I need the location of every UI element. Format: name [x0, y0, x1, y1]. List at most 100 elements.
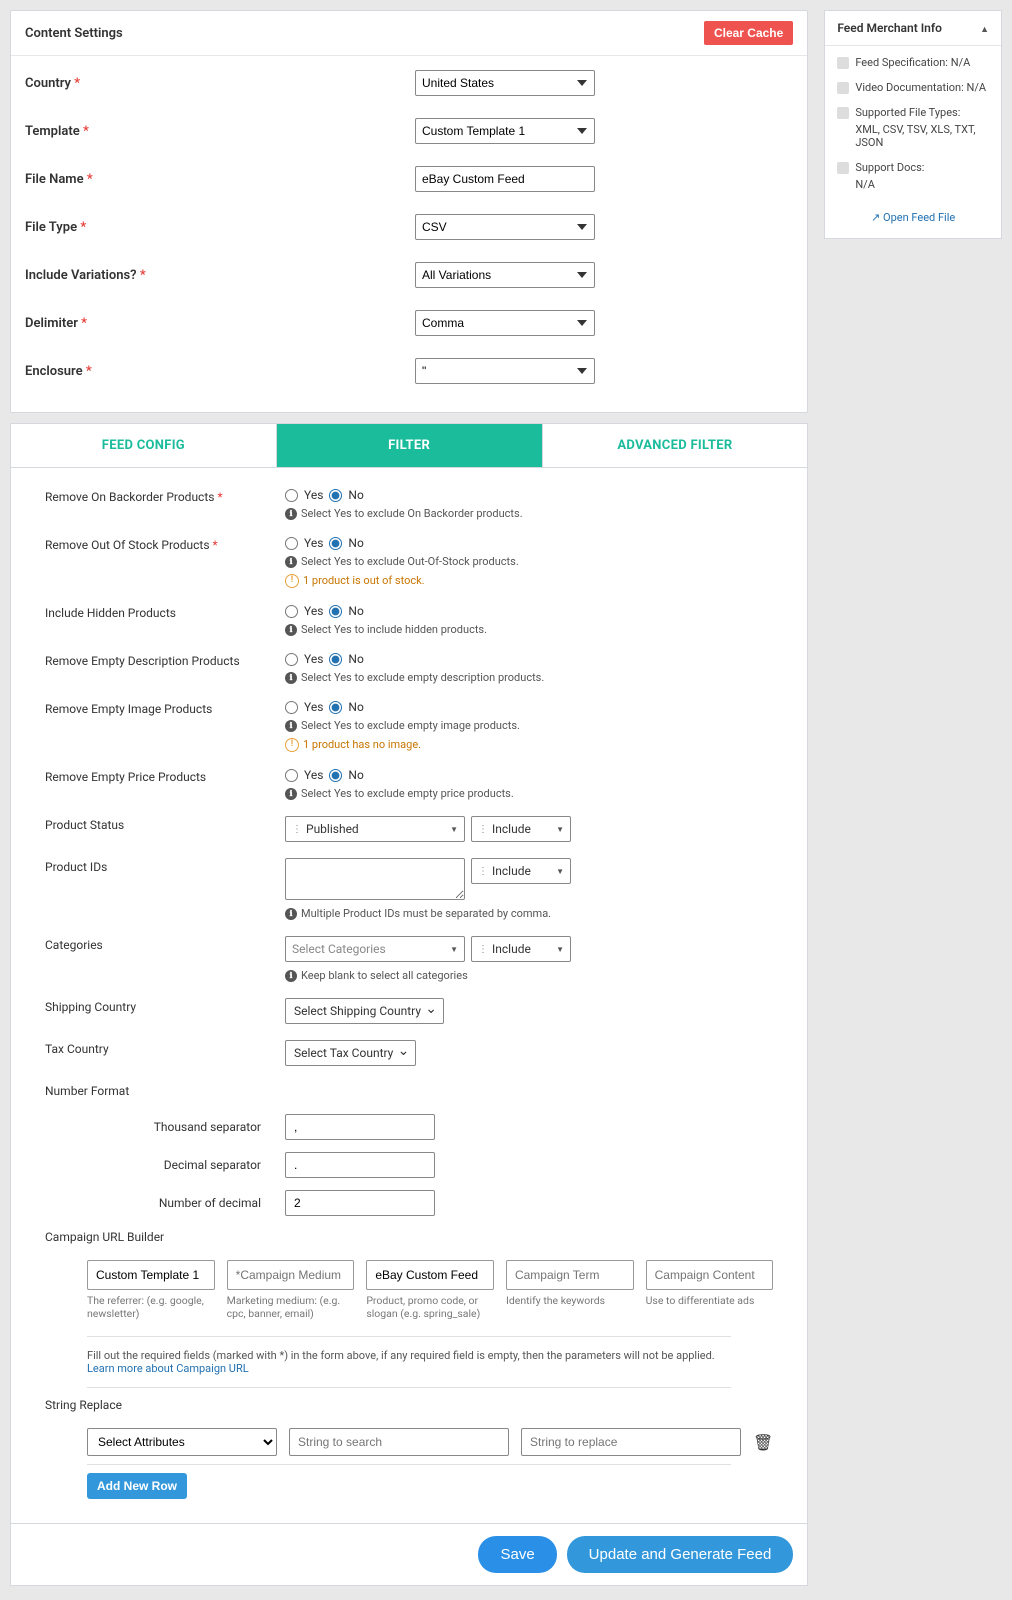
clear-cache-button[interactable]: Clear Cache [704, 21, 793, 45]
info-icon [285, 968, 297, 982]
categories-include-select[interactable]: ⋮Include [471, 936, 571, 962]
bottom-bar: Save Update and Generate Feed [10, 1524, 808, 1586]
feed-merchant-info-panel: Feed Merchant Info Feed Specification: N… [824, 10, 1002, 239]
campaign-title: Campaign URL Builder [45, 1228, 285, 1244]
campaign-content-input[interactable] [646, 1260, 774, 1290]
num-decimals-input[interactable] [285, 1190, 435, 1216]
thousand-sep-input[interactable] [285, 1114, 435, 1140]
filter-tab-content: Remove On Backorder Products * Yes No Se… [10, 468, 808, 1524]
product-status-select[interactable]: ⋮Published [285, 816, 465, 842]
filename-input[interactable] [415, 166, 595, 192]
backorder-yes[interactable] [285, 489, 298, 502]
outofstock-yes[interactable] [285, 537, 298, 550]
sr-replace-input[interactable] [521, 1428, 741, 1456]
outofstock-no[interactable] [329, 537, 342, 550]
backorder-label: Remove On Backorder Products * [45, 488, 285, 520]
campaign-source-input[interactable] [87, 1260, 215, 1290]
outofstock-label: Remove Out Of Stock Products * [45, 536, 285, 588]
content-settings-title: Content Settings [25, 26, 123, 41]
number-format-title: Number Format [45, 1082, 285, 1098]
doc-icon [837, 107, 849, 119]
template-label: Template * [25, 124, 415, 139]
video-icon [837, 82, 849, 94]
warning-icon [285, 736, 299, 752]
emptyimg-yes[interactable] [285, 701, 298, 714]
campaign-medium-hint: Marketing medium: (e.g. cpc, banner, ema… [227, 1294, 355, 1320]
filetype-select[interactable]: CSV [415, 214, 595, 240]
campaign-learn-more-link[interactable]: Learn more about Campaign URL [87, 1362, 249, 1375]
backorder-no[interactable] [329, 489, 342, 502]
tax-country-select[interactable]: Select Tax Country [285, 1040, 416, 1066]
help-icon [837, 162, 849, 174]
campaign-source-hint: The referrer: (e.g. google, newsletter) [87, 1294, 215, 1320]
campaign-content-hint: Use to differentiate ads [646, 1294, 774, 1307]
hidden-no[interactable] [329, 605, 342, 618]
campaign-name-input[interactable] [366, 1260, 494, 1290]
emptyprice-no[interactable] [329, 769, 342, 782]
emptyimg-no[interactable] [329, 701, 342, 714]
hidden-yes[interactable] [285, 605, 298, 618]
delimiter-label: Delimiter * [25, 316, 415, 331]
emptyprice-yes[interactable] [285, 769, 298, 782]
save-button[interactable]: Save [478, 1536, 556, 1573]
country-select[interactable]: United States [415, 70, 595, 96]
tab-filter[interactable]: FILTER [277, 424, 543, 467]
emptyprice-label: Remove Empty Price Products [45, 768, 285, 800]
emptydesc-no[interactable] [329, 653, 342, 666]
decimal-sep-label: Decimal separator [45, 1158, 285, 1172]
emptyimg-label: Remove Empty Image Products [45, 700, 285, 752]
emptydesc-label: Remove Empty Description Products [45, 652, 285, 684]
categories-label: Categories [45, 936, 285, 982]
tab-advanced-filter[interactable]: ADVANCED FILTER [543, 424, 808, 467]
filetype-label: File Type * [25, 220, 415, 235]
tabs: FEED CONFIG FILTER ADVANCED FILTER [10, 423, 808, 468]
warning-icon [285, 572, 299, 588]
info-icon [285, 718, 297, 732]
tax-country-label: Tax Country [45, 1040, 285, 1066]
product-ids-input[interactable] [285, 858, 465, 900]
thousand-sep-label: Thousand separator [45, 1120, 285, 1134]
num-decimals-label: Number of decimal [45, 1196, 285, 1210]
emptydesc-yes[interactable] [285, 653, 298, 666]
product-ids-include-select[interactable]: ⋮Include [471, 858, 571, 884]
categories-select[interactable]: Select Categories [285, 936, 465, 962]
enclosure-label: Enclosure * [25, 364, 415, 379]
generate-feed-button[interactable]: Update and Generate Feed [567, 1536, 794, 1573]
trash-icon[interactable]: 🗑 [753, 1433, 773, 1452]
campaign-term-input[interactable] [506, 1260, 634, 1290]
template-select[interactable]: Custom Template 1 [415, 118, 595, 144]
info-icon [285, 554, 297, 568]
campaign-name-hint: Product, promo code, or slogan (e.g. spr… [366, 1294, 494, 1320]
product-status-include-select[interactable]: ⋮Include [471, 816, 571, 842]
info-icon [285, 506, 297, 520]
filename-label: File Name * [25, 172, 415, 187]
info-icon [285, 906, 297, 920]
tab-feed-config[interactable]: FEED CONFIG [11, 424, 277, 467]
delimiter-select[interactable]: Comma [415, 310, 595, 336]
country-label: Country * [25, 76, 415, 91]
string-replace-title: String Replace [45, 1396, 285, 1412]
shipping-country-label: Shipping Country [45, 998, 285, 1024]
side-title: Feed Merchant Info [837, 21, 942, 35]
content-settings-panel: Content Settings Clear Cache Country * U… [10, 10, 808, 413]
decimal-sep-input[interactable] [285, 1152, 435, 1178]
campaign-term-hint: Identify the keywords [506, 1294, 634, 1307]
variations-select[interactable]: All Variations [415, 262, 595, 288]
open-feed-file-link[interactable]: Open Feed File [837, 203, 989, 228]
add-new-row-button[interactable]: Add New Row [87, 1473, 187, 1499]
info-icon [285, 670, 297, 684]
sr-attribute-select[interactable]: Select Attributes [87, 1428, 277, 1456]
info-icon [285, 622, 297, 636]
hidden-label: Include Hidden Products [45, 604, 285, 636]
doc-icon [837, 57, 849, 69]
sr-search-input[interactable] [289, 1428, 509, 1456]
collapse-icon[interactable] [980, 21, 989, 35]
product-ids-label: Product IDs [45, 858, 285, 920]
variations-label: Include Variations? * [25, 268, 415, 283]
campaign-medium-input[interactable] [227, 1260, 355, 1290]
enclosure-select[interactable]: " [415, 358, 595, 384]
info-icon [285, 786, 297, 800]
campaign-note: Fill out the required fields (marked wit… [87, 1336, 731, 1388]
product-status-label: Product Status [45, 816, 285, 842]
shipping-country-select[interactable]: Select Shipping Country [285, 998, 444, 1024]
